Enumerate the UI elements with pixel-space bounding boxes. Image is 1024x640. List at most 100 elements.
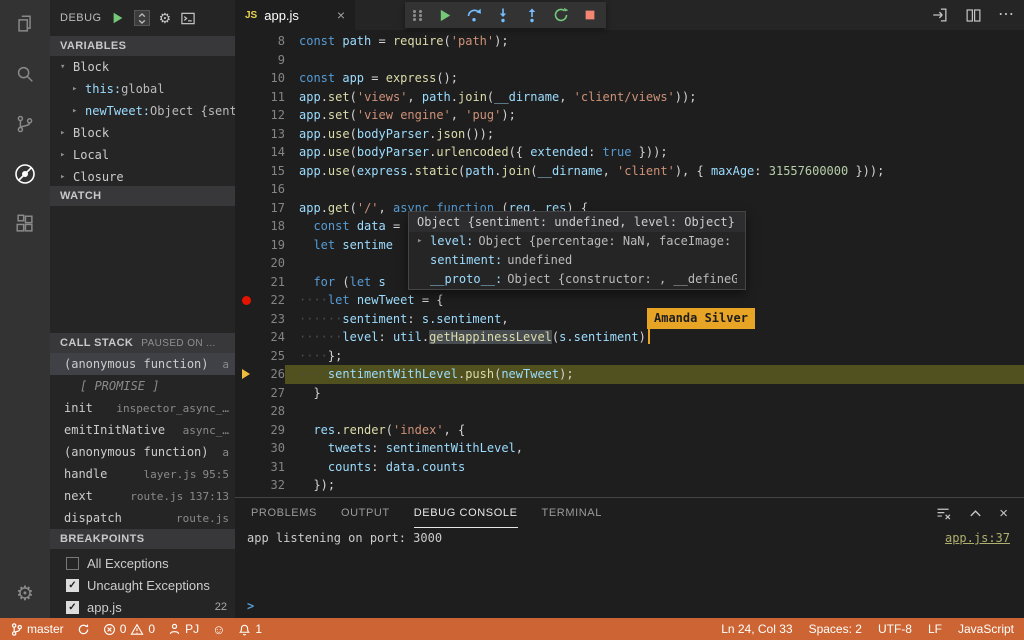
settings-gear-icon[interactable]: ⚙ bbox=[13, 582, 37, 606]
gutter[interactable] bbox=[235, 199, 257, 218]
debug-console-input[interactable]: > bbox=[235, 594, 1024, 618]
gutter[interactable] bbox=[235, 32, 257, 51]
call-stack-frame[interactable]: (anonymous function) a bbox=[50, 353, 235, 375]
breakpoint-checkbox[interactable]: ✓ bbox=[66, 578, 79, 592]
code-editor[interactable]: 8 const path = require('path'); 9 10 const a… bbox=[235, 30, 1024, 497]
tab-close-icon[interactable]: × bbox=[337, 7, 345, 23]
debug-icon[interactable] bbox=[13, 162, 37, 186]
debug-console-toggle-icon[interactable] bbox=[180, 11, 196, 26]
gutter[interactable] bbox=[235, 347, 257, 366]
gutter[interactable] bbox=[235, 69, 257, 88]
variable-row[interactable]: ▸ Closure bbox=[50, 166, 235, 186]
explorer-icon[interactable] bbox=[13, 12, 37, 36]
gutter[interactable] bbox=[235, 458, 257, 477]
notifications-bell[interactable]: 1 bbox=[238, 622, 262, 636]
breakpoints-section-header[interactable]: BREAKPOINTS bbox=[50, 529, 235, 549]
restart-button[interactable] bbox=[553, 7, 569, 23]
editor-group: JS app.js × ⋯ 8 const path = require('pa… bbox=[235, 0, 1024, 618]
tooltip-property-row[interactable]: __proto__: Object {constructor: , __defin… bbox=[409, 270, 745, 289]
call-stack-frame[interactable]: handle layer.js 95:5 bbox=[50, 463, 235, 485]
variable-row[interactable]: ▸ Block bbox=[50, 122, 235, 144]
gutter[interactable] bbox=[235, 125, 257, 144]
language-mode-status[interactable]: JavaScript bbox=[958, 622, 1014, 636]
gutter[interactable] bbox=[235, 143, 257, 162]
extensions-icon[interactable] bbox=[13, 212, 37, 236]
open-changes-icon[interactable] bbox=[931, 6, 949, 24]
property-value: Object {percentage: NaN, faceImage: "/a bbox=[478, 234, 737, 249]
breakpoint-checkbox[interactable]: ✓ bbox=[66, 600, 79, 614]
gutter[interactable] bbox=[235, 273, 257, 292]
gutter[interactable] bbox=[235, 236, 257, 255]
call-stack-frame[interactable]: emitInitNative async_… bbox=[50, 419, 235, 441]
step-over-button[interactable] bbox=[466, 7, 482, 23]
live-share-status[interactable]: PJ bbox=[168, 622, 199, 636]
more-actions-icon[interactable]: ⋯ bbox=[998, 7, 1014, 23]
gutter[interactable] bbox=[235, 439, 257, 458]
toolbar-drag-handle[interactable] bbox=[413, 10, 424, 20]
panel-tab-terminal[interactable]: TERMINAL bbox=[542, 498, 602, 528]
panel-tab-problems[interactable]: PROBLEMS bbox=[251, 498, 317, 528]
sync-button[interactable] bbox=[77, 623, 90, 636]
call-stack-frame[interactable]: (anonymous function) a bbox=[50, 441, 235, 463]
debug-config-dropdown[interactable] bbox=[133, 10, 150, 26]
gutter[interactable] bbox=[235, 217, 257, 236]
line-number: 15 bbox=[270, 163, 285, 178]
breakpoint-item[interactable]: All Exceptions bbox=[50, 552, 235, 574]
clear-console-icon[interactable] bbox=[935, 505, 952, 522]
cursor-position-status[interactable]: Ln 24, Col 33 bbox=[721, 622, 792, 636]
console-source-link[interactable]: app.js:37 bbox=[945, 531, 1010, 545]
indentation-status[interactable]: Spaces: 2 bbox=[809, 622, 862, 636]
gutter[interactable] bbox=[235, 421, 257, 440]
tooltip-property-row[interactable]: sentiment: undefined bbox=[409, 251, 745, 270]
call-stack-frame[interactable]: next route.js 137:13 bbox=[50, 485, 235, 507]
variable-row[interactable]: ▸ this: global bbox=[50, 78, 235, 100]
configure-gear-icon[interactable]: ⚙ bbox=[159, 11, 172, 26]
feedback-smiley-icon[interactable]: ☺ bbox=[212, 623, 225, 636]
gutter[interactable] bbox=[235, 384, 257, 403]
watch-section-header[interactable]: WATCH bbox=[50, 186, 235, 206]
gutter[interactable] bbox=[235, 328, 257, 347]
problems-status[interactable]: 0 0 bbox=[103, 622, 155, 636]
search-icon[interactable] bbox=[13, 62, 37, 86]
eol-status[interactable]: LF bbox=[928, 622, 942, 636]
panel-tab-output[interactable]: OUTPUT bbox=[341, 498, 390, 528]
call-stack-section-header[interactable]: CALL STACK PAUSED ON ... bbox=[50, 333, 235, 353]
gutter[interactable] bbox=[235, 365, 257, 384]
git-branch-status[interactable]: master bbox=[10, 622, 64, 637]
call-stack-frame[interactable]: [ PROMISE ] bbox=[50, 375, 235, 397]
gutter[interactable] bbox=[235, 51, 257, 70]
source-control-icon[interactable] bbox=[13, 112, 37, 136]
stop-button[interactable] bbox=[582, 7, 598, 23]
gutter[interactable] bbox=[235, 476, 257, 495]
breakpoint-dot[interactable] bbox=[241, 295, 251, 305]
gutter[interactable] bbox=[235, 180, 257, 199]
variable-row[interactable]: ▾ Block bbox=[50, 56, 235, 78]
step-out-button[interactable] bbox=[524, 7, 540, 23]
gutter[interactable] bbox=[235, 254, 257, 273]
continue-button[interactable] bbox=[437, 7, 453, 23]
breakpoint-item[interactable]: ✓ app.js 22 bbox=[50, 596, 235, 618]
call-stack-frame[interactable]: init inspector_async_… bbox=[50, 397, 235, 419]
panel-tab-debug-console[interactable]: DEBUG CONSOLE bbox=[413, 498, 518, 528]
frame-name: [ PROMISE ] bbox=[80, 379, 160, 393]
gutter[interactable] bbox=[235, 106, 257, 125]
tooltip-property-row[interactable]: ▸ level: Object {percentage: NaN, faceImag… bbox=[409, 232, 745, 251]
step-into-button[interactable] bbox=[495, 7, 511, 23]
gutter[interactable] bbox=[235, 162, 257, 181]
tab-appjs[interactable]: JS app.js × bbox=[235, 0, 355, 30]
encoding-status[interactable]: UTF-8 bbox=[878, 622, 912, 636]
variable-row[interactable]: ▸ Local bbox=[50, 144, 235, 166]
variables-section-header[interactable]: VARIABLES bbox=[50, 36, 235, 56]
breakpoint-item[interactable]: ✓ Uncaught Exceptions bbox=[50, 574, 235, 596]
gutter[interactable] bbox=[235, 310, 257, 329]
breakpoint-checkbox[interactable] bbox=[66, 556, 79, 570]
call-stack-frame[interactable]: dispatch route.js bbox=[50, 507, 235, 529]
gutter[interactable] bbox=[235, 402, 257, 421]
collapse-panel-icon[interactable] bbox=[968, 506, 983, 521]
split-editor-icon[interactable] bbox=[965, 7, 982, 24]
start-debug-button[interactable] bbox=[111, 11, 125, 25]
close-panel-icon[interactable]: × bbox=[999, 506, 1008, 521]
gutter[interactable] bbox=[235, 88, 257, 107]
gutter[interactable] bbox=[235, 291, 257, 310]
variable-row[interactable]: ▸ newTweet: Object {sent… bbox=[50, 100, 235, 122]
